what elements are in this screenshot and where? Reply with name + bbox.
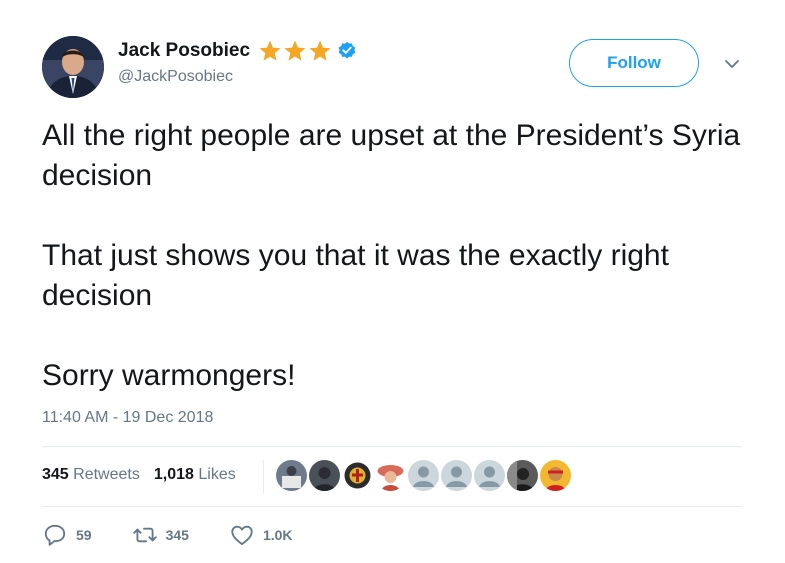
- stats-separator: [263, 460, 264, 494]
- liker-avatar[interactable]: [408, 460, 439, 491]
- reply-icon: [44, 524, 66, 546]
- chevron-down-icon[interactable]: [724, 58, 740, 70]
- tweet-paragraph: All the right people are upset at the Pr…: [42, 119, 741, 192]
- heart-icon: [231, 525, 253, 546]
- tweet-actions: 59 345 1.0K: [42, 522, 333, 548]
- liker-avatar[interactable]: [375, 460, 406, 491]
- author-info: Jack Posobiec @JackPosobiec: [118, 38, 357, 86]
- tweet-stats: 345 Retweets 1,018 Likes: [42, 466, 250, 484]
- author-name-row: Jack Posobiec: [118, 38, 357, 64]
- author-handle[interactable]: @JackPosobiec: [118, 68, 357, 86]
- divider: [42, 446, 742, 447]
- likes-count: 1,018: [153, 466, 194, 483]
- author-name[interactable]: Jack Posobiec: [118, 40, 250, 62]
- retweet-button[interactable]: 345: [132, 522, 189, 548]
- retweet-count: 345: [165, 527, 189, 543]
- liker-avatar[interactable]: [540, 460, 571, 491]
- follow-button[interactable]: Follow: [569, 39, 699, 87]
- avatar-image: [42, 36, 104, 98]
- retweets-label: Retweets: [73, 466, 140, 483]
- liker-avatar[interactable]: [441, 460, 472, 491]
- likers-avatars: [276, 460, 571, 491]
- reply-button[interactable]: 59: [42, 522, 92, 548]
- liker-avatar[interactable]: [276, 460, 307, 491]
- liker-avatar[interactable]: [507, 460, 538, 491]
- verified-icon: [338, 41, 356, 59]
- reply-count: 59: [76, 527, 92, 543]
- retweets-stat[interactable]: 345 Retweets: [42, 466, 140, 484]
- like-count: 1.0K: [262, 527, 293, 543]
- retweet-icon: [132, 527, 157, 543]
- stars: [258, 39, 332, 63]
- likes-label: Likes: [198, 466, 236, 483]
- star-icon: [259, 40, 281, 61]
- divider: [42, 506, 742, 507]
- tweet-text: All the right people are upset at the Pr…: [42, 116, 742, 396]
- liker-avatar[interactable]: [342, 460, 373, 491]
- like-button[interactable]: 1.0K: [229, 522, 293, 548]
- liker-avatar[interactable]: [309, 460, 340, 491]
- author-avatar[interactable]: [42, 36, 104, 98]
- star-icon: [284, 40, 306, 61]
- liker-avatar[interactable]: [474, 460, 505, 491]
- star-icon: [309, 40, 331, 61]
- tweet-paragraph: Sorry warmongers!: [42, 359, 296, 392]
- tweet-timestamp[interactable]: 11:40 AM - 19 Dec 2018: [42, 409, 213, 427]
- tweet-paragraph: That just shows you that it was the exac…: [42, 239, 669, 312]
- retweets-count: 345: [42, 466, 69, 483]
- likes-stat[interactable]: 1,018 Likes: [154, 466, 236, 484]
